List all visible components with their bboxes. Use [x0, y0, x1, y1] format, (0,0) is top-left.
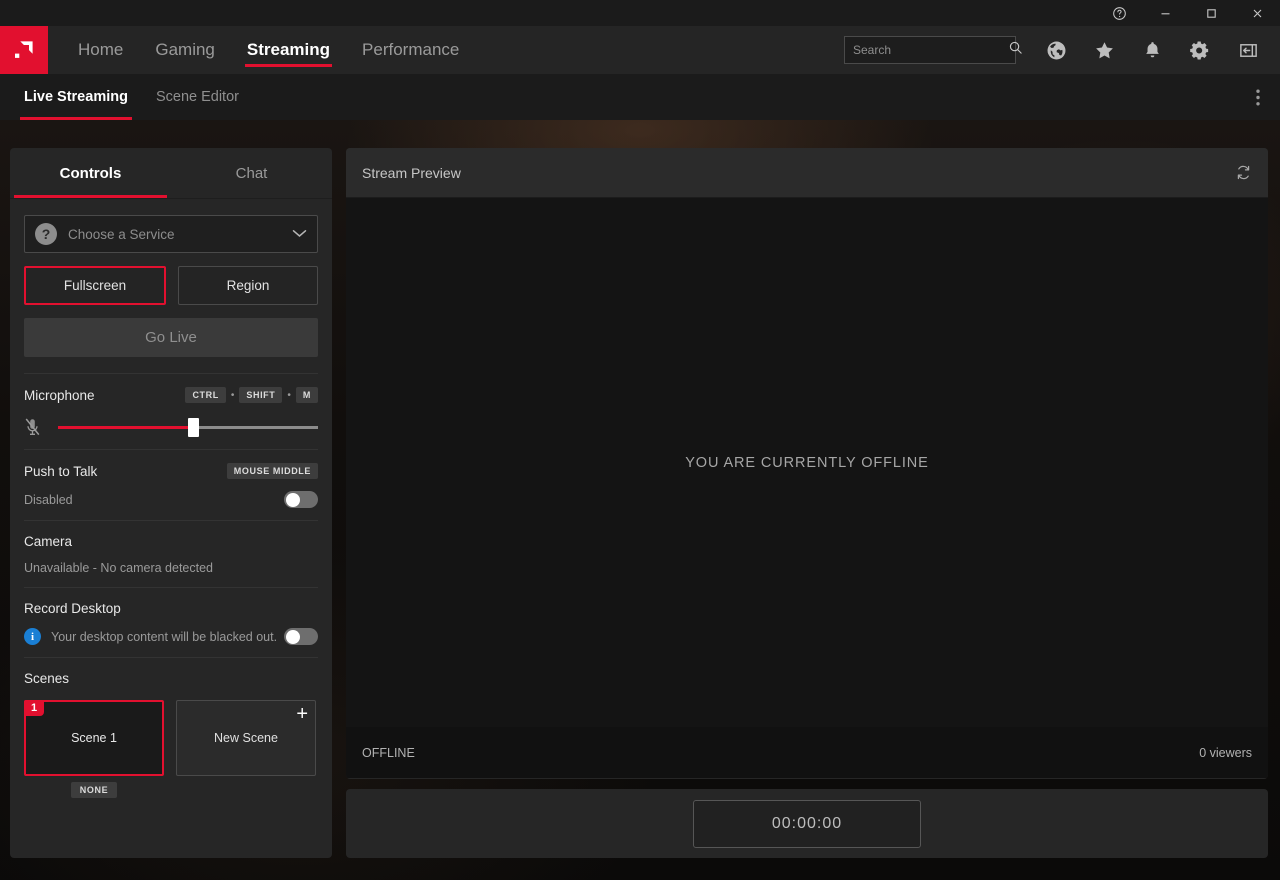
viewer-count: 0 viewers: [1199, 746, 1252, 760]
scenes-header: Scenes: [24, 671, 318, 686]
controls-panel: Controls Chat ? Choose a Service Fullscr…: [10, 148, 332, 858]
tab-controls[interactable]: Controls: [10, 148, 171, 198]
minimize-icon[interactable]: [1142, 0, 1188, 26]
new-scene-button[interactable]: + New Scene: [176, 700, 316, 776]
scene-number-badge: 1: [24, 700, 44, 716]
search-icon[interactable]: [1008, 40, 1023, 60]
sub-navigation: Live Streaming Scene Editor: [0, 74, 1280, 120]
scene-badge-row: NONE: [24, 782, 164, 798]
record-desktop-section: Record Desktop i Your desktop content wi…: [24, 587, 318, 657]
camera-status-row: Unavailable - No camera detected: [24, 561, 318, 575]
new-scene-label: New Scene: [214, 731, 278, 745]
radeon-software-window: Home Gaming Streaming Performance: [0, 0, 1280, 880]
service-dropdown[interactable]: ? Choose a Service: [24, 215, 318, 253]
gear-icon[interactable]: [1176, 26, 1224, 74]
stream-preview-title: Stream Preview: [362, 165, 461, 181]
scene-label: Scene 1: [71, 731, 117, 745]
question-mark-icon: ?: [35, 223, 57, 245]
search-box[interactable]: [844, 36, 1016, 64]
main-navigation: Home Gaming Streaming Performance: [0, 26, 1280, 74]
stream-preview-body: YOU ARE CURRENTLY OFFLINE: [346, 198, 1268, 727]
scene-item-wrapper: 1 Scene 1 NONE: [24, 700, 164, 798]
stream-preview-panel: Stream Preview YOU ARE CURRENTLY OFFLINE…: [346, 148, 1268, 779]
push-to-talk-section: Push to Talk MOUSE MIDDLE Disabled: [24, 449, 318, 520]
push-to-talk-title: Push to Talk: [24, 464, 97, 479]
push-to-talk-state-row: Disabled: [24, 491, 318, 508]
close-icon[interactable]: [1234, 0, 1280, 26]
title-bar: [0, 0, 1280, 26]
microphone-shortcut: CTRL • SHIFT • M: [185, 387, 318, 403]
microphone-muted-icon[interactable]: [24, 417, 50, 437]
nav-item-performance[interactable]: Performance: [346, 26, 475, 74]
microphone-title: Microphone: [24, 388, 95, 403]
push-to-talk-header: Push to Talk MOUSE MIDDLE: [24, 463, 318, 479]
capture-mode-row: Fullscreen Region: [24, 266, 318, 305]
camera-status: Unavailable - No camera detected: [24, 561, 213, 575]
record-desktop-header: Record Desktop: [24, 601, 318, 616]
scenes-title: Scenes: [24, 671, 69, 686]
nav-items: Home Gaming Streaming Performance: [62, 26, 475, 74]
controls-panel-body: ? Choose a Service Fullscreen Region Go …: [10, 215, 332, 810]
nav-item-gaming[interactable]: Gaming: [139, 26, 231, 74]
microphone-volume-slider[interactable]: [58, 420, 318, 434]
key-m: M: [296, 387, 318, 403]
microphone-header: Microphone CTRL • SHIFT • M: [24, 387, 318, 403]
globe-icon[interactable]: [1032, 26, 1080, 74]
toggle-knob: [286, 630, 300, 644]
stream-status-label: OFFLINE: [362, 746, 415, 760]
scenes-grid: 1 Scene 1 NONE + New Scene: [24, 700, 318, 798]
offline-message: YOU ARE CURRENTLY OFFLINE: [685, 455, 929, 471]
star-icon[interactable]: [1080, 26, 1128, 74]
nav-item-streaming[interactable]: Streaming: [231, 26, 346, 74]
record-desktop-note: Your desktop content will be blacked out…: [51, 630, 277, 644]
record-desktop-toggle[interactable]: [284, 628, 318, 645]
nav-right-cluster: [844, 26, 1280, 74]
microphone-section: Microphone CTRL • SHIFT • M: [24, 373, 318, 449]
push-to-talk-state: Disabled: [24, 493, 73, 507]
scenes-section: Scenes 1 Scene 1 NONE + New Sce: [24, 657, 318, 810]
overflow-menu-icon[interactable]: [1236, 74, 1280, 120]
amd-logo[interactable]: [0, 26, 48, 74]
stream-status-bar: OFFLINE 0 viewers: [346, 727, 1268, 778]
tab-live-streaming[interactable]: Live Streaming: [10, 74, 142, 120]
toggle-knob: [286, 493, 300, 507]
tab-chat[interactable]: Chat: [171, 148, 332, 198]
microphone-volume-row: [24, 417, 318, 437]
scene-source-badge: NONE: [71, 782, 117, 798]
record-desktop-note-row: i Your desktop content will be blacked o…: [24, 628, 318, 645]
camera-title: Camera: [24, 534, 72, 549]
record-desktop-title: Record Desktop: [24, 601, 121, 616]
bell-icon[interactable]: [1128, 26, 1176, 74]
key-ctrl: CTRL: [185, 387, 225, 403]
scene-tile[interactable]: 1 Scene 1: [24, 700, 164, 776]
slider-thumb[interactable]: [188, 418, 199, 437]
service-dropdown-label: Choose a Service: [68, 227, 292, 242]
tab-scene-editor[interactable]: Scene Editor: [142, 74, 253, 120]
stream-timer-panel: 00:00:00: [346, 789, 1268, 858]
stream-preview-header: Stream Preview: [346, 148, 1268, 198]
panel-collapse-icon[interactable]: [1224, 26, 1272, 74]
key-separator-2: •: [287, 390, 291, 401]
search-input[interactable]: [853, 43, 1008, 57]
chevron-down-icon: [292, 225, 307, 243]
camera-section: Camera Unavailable - No camera detected: [24, 520, 318, 587]
region-button[interactable]: Region: [178, 266, 318, 305]
push-to-talk-toggle[interactable]: [284, 491, 318, 508]
push-to-talk-shortcut: MOUSE MIDDLE: [227, 463, 318, 479]
slider-fill: [58, 426, 193, 429]
maximize-icon[interactable]: [1188, 0, 1234, 26]
camera-header: Camera: [24, 534, 318, 549]
key-shift: SHIFT: [239, 387, 282, 403]
refresh-icon[interactable]: [1235, 164, 1252, 181]
nav-item-home[interactable]: Home: [62, 26, 139, 74]
info-icon: i: [24, 628, 41, 645]
key-mouse-middle: MOUSE MIDDLE: [227, 463, 318, 479]
stream-timer: 00:00:00: [693, 800, 921, 848]
fullscreen-button[interactable]: Fullscreen: [24, 266, 166, 305]
controls-panel-tabs: Controls Chat: [10, 148, 332, 199]
help-icon[interactable]: [1096, 0, 1142, 26]
plus-icon: +: [296, 704, 308, 724]
go-live-button[interactable]: Go Live: [24, 318, 318, 357]
key-separator: •: [231, 390, 235, 401]
